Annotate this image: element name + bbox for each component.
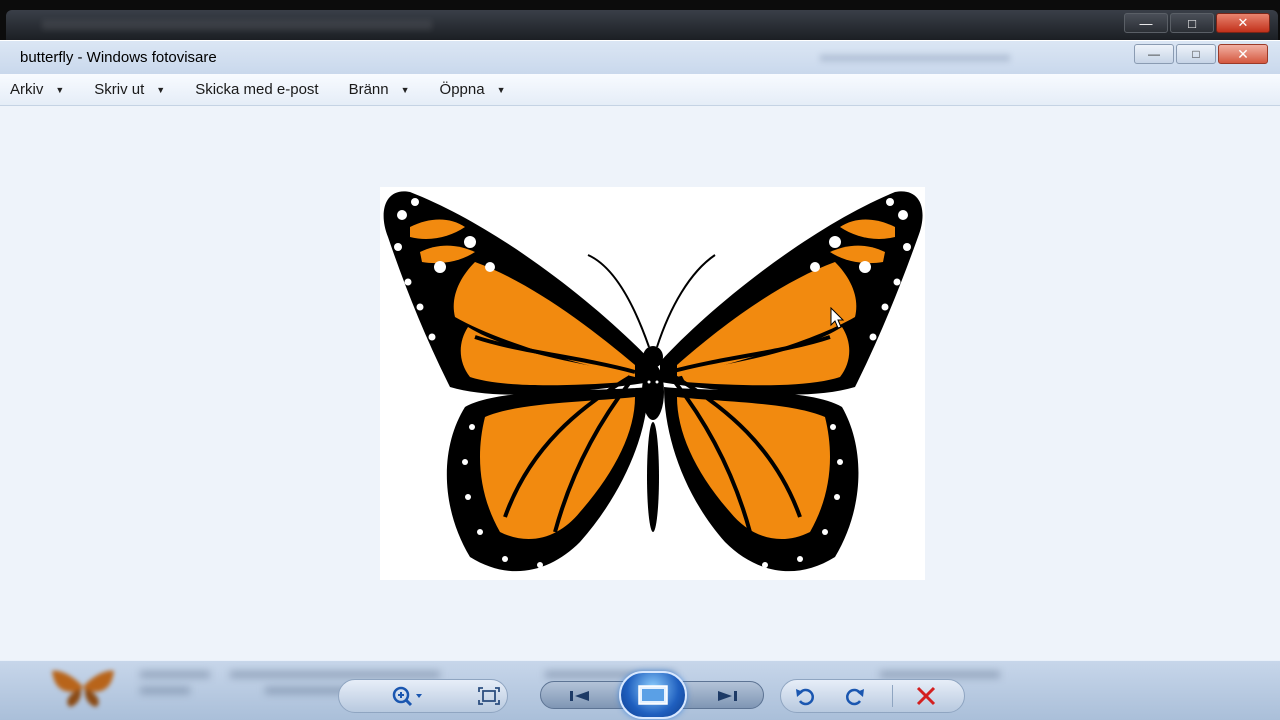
fit-window-icon <box>478 687 500 705</box>
displayed-photo <box>380 187 925 580</box>
menu-oppna-label: Öppna <box>439 81 485 98</box>
toolbar-divider <box>892 685 893 707</box>
background-maximize-button[interactable]: □ <box>1170 13 1214 33</box>
title-bar-blur <box>820 54 1010 62</box>
butterfly-image <box>383 191 923 572</box>
previous-icon <box>570 691 589 701</box>
previous-button[interactable] <box>560 685 600 707</box>
chevron-down-icon: ▼ <box>156 84 166 95</box>
control-bar <box>0 660 1280 720</box>
menu-skriv-ut-label: Skriv ut <box>94 81 145 98</box>
close-button[interactable]: ✕ <box>1218 44 1268 64</box>
window-title: butterfly - Windows fotovisare <box>20 49 217 66</box>
slideshow-button[interactable] <box>619 671 687 719</box>
background-close-button[interactable]: ✕ <box>1216 13 1270 33</box>
rotate-counterclockwise-button[interactable] <box>790 683 820 709</box>
next-button[interactable] <box>707 685 747 707</box>
zoom-button[interactable] <box>384 683 432 709</box>
delete-button[interactable] <box>910 683 942 709</box>
menu-skicka-med-e-post[interactable]: Skicka med e-post <box>195 81 318 98</box>
background-window-controls: — □ ✕ <box>1124 13 1270 33</box>
background-title-blur <box>42 20 432 30</box>
photo-viewer-window: butterfly - Windows fotovisare — □ ✕ Ark… <box>0 40 1280 720</box>
background-minimize-button[interactable]: — <box>1124 13 1168 33</box>
chevron-down-icon: ▼ <box>496 84 506 95</box>
minimize-button[interactable]: — <box>1134 44 1174 64</box>
thumbnail-preview <box>52 670 114 707</box>
title-bar: butterfly - Windows fotovisare — □ ✕ <box>0 40 1280 74</box>
rotate-counterclockwise-icon <box>796 688 814 706</box>
menu-arkiv-label: Arkiv <box>10 81 44 98</box>
rotate-clockwise-button[interactable] <box>840 683 870 709</box>
chevron-down-icon: ▼ <box>55 84 65 95</box>
menu-skicka-label: Skicka med e-post <box>195 81 319 98</box>
chevron-down-icon: ▼ <box>400 84 410 95</box>
image-canvas <box>0 107 1280 660</box>
zoom-icon <box>392 686 422 707</box>
menu-skriv-ut[interactable]: Skriv ut ▼ <box>94 81 165 98</box>
next-icon <box>718 691 737 701</box>
maximize-button[interactable]: □ <box>1176 44 1216 64</box>
menu-oppna[interactable]: Öppna ▼ <box>440 81 506 98</box>
rotate-clockwise-icon <box>846 688 864 706</box>
mouse-cursor-icon <box>830 307 845 329</box>
slideshow-icon <box>638 685 668 705</box>
background-window: — □ ✕ <box>6 10 1278 40</box>
menu-brann-label: Bränn <box>348 81 389 98</box>
menu-arkiv[interactable]: Arkiv ▼ <box>10 81 64 98</box>
menu-bar: Arkiv ▼ Skriv ut ▼ Skicka med e-post Brä… <box>0 74 1280 106</box>
fit-window-button[interactable] <box>474 683 504 709</box>
delete-icon <box>916 686 936 706</box>
menu-bran[interactable]: Bränn ▼ <box>349 81 410 98</box>
window-controls: — □ ✕ <box>1134 44 1268 64</box>
